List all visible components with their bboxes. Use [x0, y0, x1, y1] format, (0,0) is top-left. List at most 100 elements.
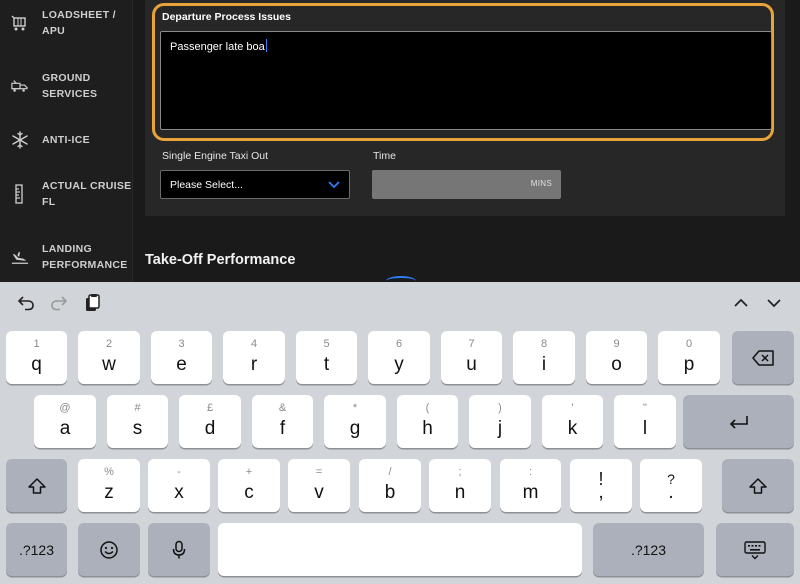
key-char: s: [132, 418, 143, 439]
shift-icon: [6, 459, 67, 512]
fuel-truck-icon: [11, 77, 29, 95]
key-alt: 8: [540, 338, 548, 350]
key-comma[interactable]: !,: [570, 459, 632, 512]
numbers-key-label: .?123: [630, 541, 667, 558]
sidebar-item-anti-ice[interactable]: ANTI-ICE: [0, 112, 133, 168]
main-content: Departure Process Issues Passenger late …: [133, 0, 800, 282]
return-key[interactable]: [683, 395, 794, 448]
redo-icon[interactable]: [49, 293, 69, 313]
key-q[interactable]: 1q: [6, 331, 67, 384]
key-alt: @: [59, 402, 71, 414]
chevron-up-icon[interactable]: [731, 293, 751, 313]
landing-plane-icon: [11, 248, 29, 266]
key-y[interactable]: 6y: [368, 331, 430, 384]
key-u[interactable]: 7u: [441, 331, 502, 384]
sidebar-item-loadsheet-apu[interactable]: LOADSHEET / APU: [0, 0, 133, 51]
keyboard-hide-icon: [716, 523, 794, 576]
key-alt: (: [425, 402, 430, 414]
key-char: l: [642, 418, 648, 439]
key-j[interactable]: ) j: [469, 395, 531, 448]
undo-icon[interactable]: [16, 293, 36, 313]
numbers-key-right[interactable]: .?123: [593, 523, 704, 576]
key-h[interactable]: (h: [397, 395, 458, 448]
onscreen-keyboard: 1q 2w 3e 4r 5t 6y 7u 8i 9o 0p @ a # s £ d &…: [0, 282, 800, 584]
single-engine-taxi-select[interactable]: Please Select...: [160, 170, 350, 199]
sidebar-item-label: LANDING PERFORMANCE: [42, 243, 128, 271]
key-x[interactable]: -x: [148, 459, 210, 512]
shift-key-left[interactable]: [6, 459, 67, 512]
key-alt: 9: [613, 338, 620, 350]
sidebar-item-landing-performance[interactable]: LANDING PERFORMANCE: [0, 229, 133, 282]
keyboard-toolbar: [0, 282, 800, 324]
key-k[interactable]: ' k: [542, 395, 603, 448]
key-alt: %: [104, 466, 114, 478]
key-alt: /: [388, 466, 392, 478]
hide-keyboard-key[interactable]: [716, 523, 794, 576]
key-d[interactable]: £ d: [179, 395, 241, 448]
key-char: g: [349, 418, 361, 439]
emoji-icon: [78, 523, 140, 576]
key-char: ,: [598, 482, 604, 503]
key-w[interactable]: 2w: [78, 331, 140, 384]
emoji-key[interactable]: [78, 523, 140, 576]
key-char: q: [31, 354, 42, 375]
key-v[interactable]: = v: [288, 459, 350, 512]
key-char: i: [541, 354, 547, 375]
key-alt: 6: [395, 338, 403, 350]
key-r[interactable]: 4r: [223, 331, 285, 384]
text-caret: [265, 39, 268, 52]
microphone-icon: [148, 523, 210, 576]
key-b[interactable]: / b: [359, 459, 421, 512]
key-c[interactable]: + c: [218, 459, 280, 512]
key-char: o: [611, 354, 622, 375]
key-a[interactable]: @ a: [34, 395, 96, 448]
key-n[interactable]: ; n: [429, 459, 491, 512]
key-alt: ): [498, 402, 502, 414]
app-screen: LOADSHEET / APU GROUND SERVICES ANTI-ICE…: [0, 0, 800, 282]
key-alt: 1: [33, 338, 40, 350]
trolley-icon: [11, 14, 29, 32]
departure-issues-textarea[interactable]: Passenger late boa: [160, 31, 772, 130]
space-key[interactable]: [218, 523, 582, 576]
key-period[interactable]: ?.: [640, 459, 702, 512]
numbers-key-left[interactable]: .?123: [6, 523, 67, 576]
key-o[interactable]: 9o: [586, 331, 647, 384]
key-alt: 4: [250, 338, 258, 350]
key-z[interactable]: % z: [78, 459, 140, 512]
key-char: z: [104, 482, 114, 503]
key-char: c: [244, 482, 254, 503]
key-l[interactable]: " l: [614, 395, 676, 448]
time-unit: MINS: [530, 179, 552, 188]
key-s[interactable]: # s: [107, 395, 168, 448]
key-alt: *: [352, 402, 358, 414]
key-m[interactable]: :m: [500, 459, 561, 512]
single-engine-taxi-label: Single Engine Taxi Out: [162, 150, 269, 162]
ruler-icon: [11, 184, 29, 204]
chevron-down-icon[interactable]: [764, 293, 784, 313]
key-alt: 5: [323, 338, 330, 350]
key-g[interactable]: * g: [324, 395, 386, 448]
sidebar-item-ground-services[interactable]: GROUND SERVICES: [0, 58, 133, 114]
key-char: n: [454, 482, 466, 503]
time-input[interactable]: MINS: [372, 170, 561, 199]
key-char: d: [204, 418, 216, 439]
key-alt: ": [643, 402, 647, 414]
key-t[interactable]: 5t: [296, 331, 357, 384]
key-i[interactable]: 8i: [513, 331, 575, 384]
key-char: a: [59, 418, 71, 439]
chevron-down-icon: [328, 179, 340, 189]
paste-icon[interactable]: [82, 293, 102, 313]
sidebar-item-label: ACTUAL CRUISE FL: [42, 180, 132, 208]
key-char: x: [174, 482, 184, 503]
key-e[interactable]: 3e: [151, 331, 212, 384]
shift-key-right[interactable]: [722, 459, 794, 512]
key-alt: ': [571, 402, 574, 414]
dictation-key[interactable]: [148, 523, 210, 576]
key-alt: :: [528, 466, 533, 478]
backspace-key[interactable]: [732, 331, 794, 384]
key-alt: &: [278, 402, 287, 414]
key-f[interactable]: & f: [252, 395, 313, 448]
key-p[interactable]: 0p: [658, 331, 720, 384]
sidebar-item-actual-cruise-fl[interactable]: ACTUAL CRUISE FL: [0, 166, 133, 222]
key-char: .: [668, 482, 674, 503]
